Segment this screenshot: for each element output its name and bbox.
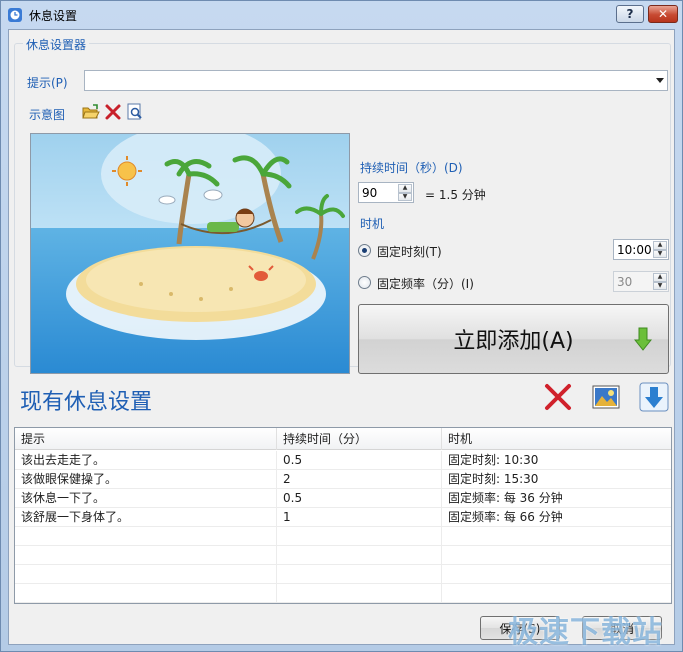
empty-cell [277, 546, 442, 565]
cell-prompt: 该休息一下了。 [15, 489, 277, 508]
empty-row [15, 527, 671, 546]
table-row[interactable]: 该做眼保健操了。 2 固定时刻: 15:30 [15, 470, 671, 489]
cell-duration: 2 [277, 470, 442, 489]
chevron-down-icon[interactable] [656, 78, 664, 83]
cell-prompt: 该做眼保健操了。 [15, 470, 277, 489]
fixed-frequency-input[interactable] [617, 274, 657, 289]
cell-timing: 固定频率: 每 66 分钟 [448, 510, 563, 524]
fixed-time-input[interactable] [617, 242, 657, 257]
frequency-down-arrow-icon[interactable]: ▼ [653, 281, 667, 290]
frequency-up-arrow-icon[interactable]: ▲ [653, 273, 667, 282]
existing-settings-title: 现有休息设置 [20, 390, 153, 415]
time-down-arrow-icon[interactable]: ▼ [653, 249, 667, 258]
title-bar: 休息设置 ? ✕ [1, 1, 682, 29]
cell-duration: 1 [277, 508, 442, 527]
table-row[interactable]: 该舒展一下身体了。 1 固定频率: 每 66 分钟 [15, 508, 671, 527]
table-row[interactable]: 该休息一下了。 0.5 固定频率: 每 36 分钟 [15, 489, 671, 508]
cell-duration: 0.5 [277, 451, 442, 470]
cell-timing: 固定时刻: 15:30 [448, 472, 539, 486]
duration-spinner[interactable]: ▲ ▼ [358, 182, 414, 203]
app-icon [8, 8, 22, 22]
add-now-button[interactable]: 立即添加(A) [358, 304, 669, 374]
watermark: 极速下载站 [508, 615, 663, 650]
preview-image [30, 124, 350, 374]
zoom-preview-icon[interactable] [126, 103, 144, 121]
duration-label: 持续时间（秒）(D) [360, 161, 463, 175]
duration-equivalent: = 1.5 分钟 [425, 188, 486, 202]
prompt-combobox[interactable] [84, 70, 668, 91]
delete-icon[interactable] [543, 382, 573, 412]
add-now-label: 立即添加(A) [453, 329, 574, 354]
fixed-frequency-radio[interactable] [358, 276, 371, 289]
empty-row [15, 565, 671, 584]
down-arrow-icon [634, 327, 652, 351]
empty-row [15, 546, 671, 565]
open-folder-icon[interactable] [82, 103, 100, 121]
fixed-time-label[interactable]: 固定时刻(T) [377, 243, 442, 260]
empty-cell [277, 565, 442, 584]
fixed-time-spinner[interactable]: ▲ ▼ [613, 239, 669, 260]
cell-duration: 0.5 [277, 489, 442, 508]
preview-label: 示意图 [29, 108, 66, 122]
empty-row [15, 584, 671, 603]
empty-cell [15, 527, 277, 546]
duration-down-arrow-icon[interactable]: ▼ [398, 192, 412, 201]
close-button[interactable]: ✕ [648, 5, 678, 23]
table-header: 提示 持续时间（分） 时机 [15, 428, 671, 450]
client-area: 休息设置器 提示(P) 示意图 持续时间（秒）(D) 90 ▲ ▼ = 1.5 … [8, 29, 675, 645]
time-up-arrow-icon[interactable]: ▲ [653, 241, 667, 250]
window-title: 休息设置 [29, 8, 78, 23]
timing-label: 时机 [360, 217, 385, 231]
cell-timing: 固定频率: 每 36 分钟 [448, 491, 563, 505]
existing-settings-table[interactable]: 提示 持续时间（分） 时机 该出去走走了。 0.5 固定时刻: 10:30 该做… [14, 427, 672, 604]
delete-image-icon[interactable] [104, 103, 122, 121]
column-header-prompt[interactable]: 提示 [15, 428, 277, 450]
table-row[interactable]: 该出去走走了。 0.5 固定时刻: 10:30 [15, 451, 671, 470]
cell-timing: 固定时刻: 10:30 [448, 453, 539, 467]
empty-cell [15, 546, 277, 565]
empty-cell [15, 584, 277, 603]
cell-prompt: 该出去走走了。 [15, 451, 277, 470]
move-down-icon[interactable] [639, 382, 669, 412]
fixed-frequency-label[interactable]: 固定频率（分）(I) [377, 275, 474, 292]
duration-input[interactable] [362, 185, 402, 200]
island-illustration [31, 124, 349, 373]
duration-up-arrow-icon[interactable]: ▲ [398, 184, 412, 193]
help-button[interactable]: ? [616, 5, 644, 23]
prompt-label: 提示(P) [27, 76, 68, 90]
column-header-timing[interactable]: 时机 [442, 428, 671, 450]
break-settings-group: 休息设置器 提示(P) 示意图 持续时间（秒）(D) 90 ▲ ▼ = 1.5 … [14, 36, 671, 374]
column-header-duration[interactable]: 持续时间（分） [277, 428, 442, 450]
empty-cell [277, 527, 442, 546]
empty-cell [277, 584, 442, 603]
group-label: 休息设置器 [23, 36, 90, 53]
cell-prompt: 该舒展一下身体了。 [15, 508, 277, 527]
fixed-frequency-spinner[interactable]: ▲ ▼ [613, 271, 669, 292]
fixed-time-radio[interactable] [358, 244, 371, 257]
image-icon[interactable] [591, 382, 621, 412]
settings-window: 休息设置 ? ✕ 休息设置器 提示(P) 示意图 持续时间（秒）(D) 90 ▲… [0, 0, 683, 652]
empty-cell [15, 565, 277, 584]
